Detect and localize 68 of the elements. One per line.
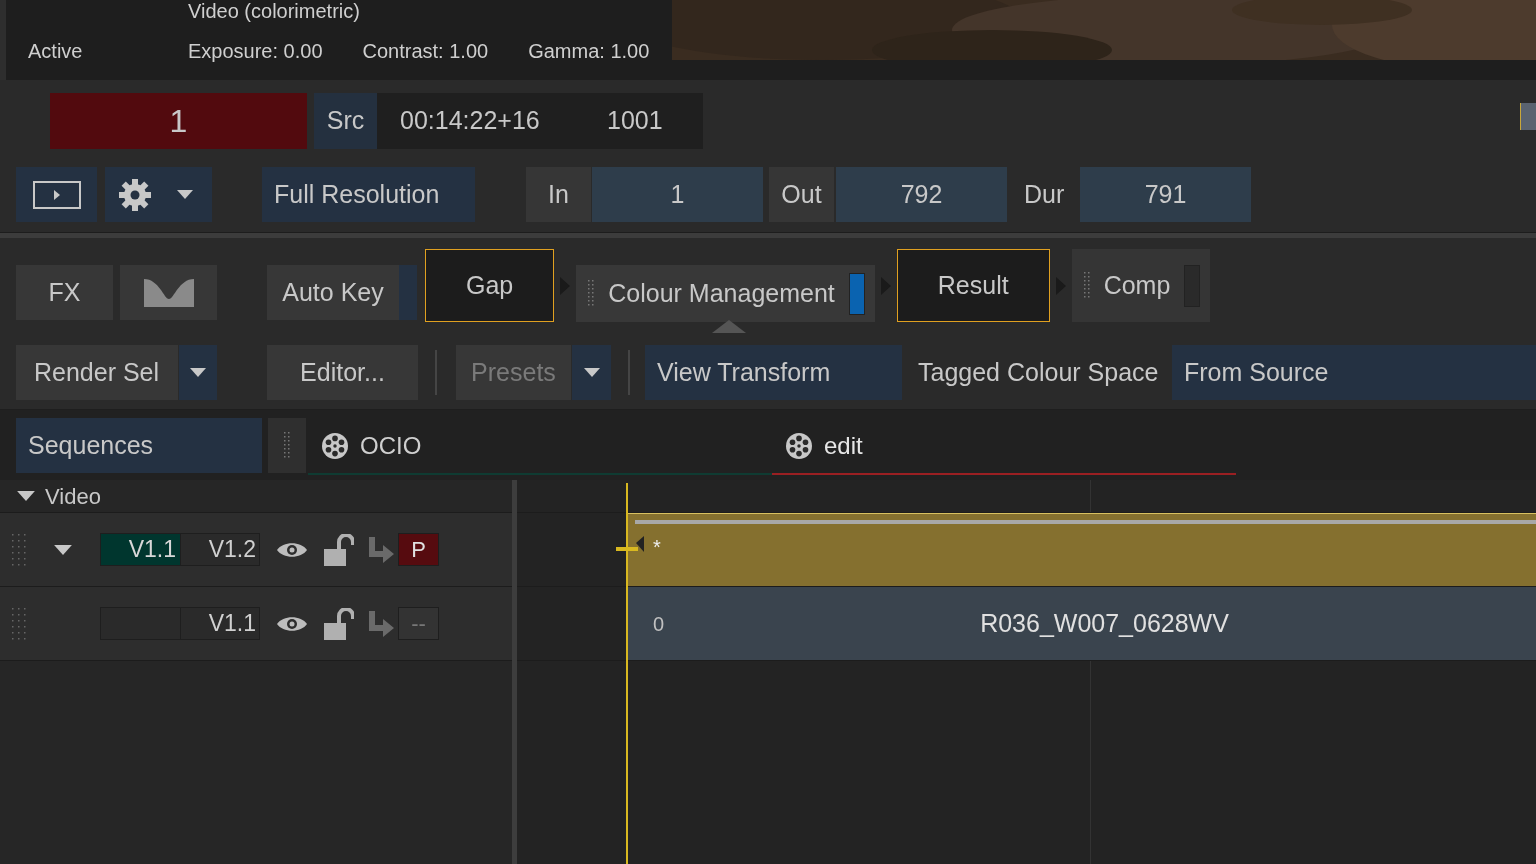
curve-icon (143, 278, 194, 307)
media-clip[interactable]: 0 R036_W007_0628WV (627, 587, 1536, 660)
corner-arrow-icon[interactable] (367, 610, 395, 637)
node[interactable]: Colour Management (576, 265, 875, 322)
caret-icon (190, 368, 206, 377)
unlock-icon[interactable] (324, 533, 354, 566)
key-toggle[interactable] (399, 265, 417, 320)
gap-clip[interactable]: * (627, 513, 1536, 586)
fx-button[interactable]: FX (16, 265, 113, 320)
grip-icon[interactable] (12, 533, 26, 566)
resolution-button[interactable]: Full Resolution (262, 167, 475, 222)
view-title: Video (colorimetric) (188, 0, 361, 24)
caret-icon (177, 190, 193, 199)
film-reel-icon (786, 432, 812, 459)
tab[interactable]: OCIO (308, 418, 772, 475)
panel-grip[interactable] (268, 418, 306, 473)
version-slot[interactable]: V1.1 (101, 534, 180, 565)
colour-space-field[interactable]: From Source (1172, 345, 1536, 400)
grip-icon[interactable] (284, 431, 290, 460)
track-badge[interactable]: P (398, 533, 439, 566)
caret-icon (583, 368, 600, 377)
caret-icon[interactable] (54, 544, 72, 555)
track-header[interactable]: V1.1 V1.2 P (0, 513, 512, 587)
pointer-triangle (712, 320, 747, 333)
render-dropdown[interactable] (179, 345, 217, 400)
out-label: Out (769, 167, 834, 222)
source-label[interactable]: Src (314, 93, 377, 149)
corner-arrow-icon[interactable] (367, 536, 395, 563)
caret-icon (17, 491, 35, 501)
node[interactable]: Result (896, 249, 1050, 322)
film-reel-icon (322, 432, 348, 459)
play-icon (32, 180, 81, 209)
tab[interactable]: edit (772, 418, 1236, 475)
node[interactable]: Gap (425, 249, 555, 322)
settings-button[interactable] (105, 167, 212, 222)
clip-start: 0 (653, 611, 665, 637)
grip-icon[interactable] (12, 607, 26, 640)
sequences-button[interactable]: Sequences (16, 418, 262, 473)
grip-icon[interactable] (588, 279, 595, 308)
node[interactable]: Comp (1071, 249, 1211, 322)
editor-button[interactable]: Editor... (267, 345, 418, 400)
presets-dropdown[interactable] (572, 345, 611, 400)
tagged-colour-label: Tagged Colour Space (918, 356, 1160, 388)
duration-label: Dur (1024, 178, 1066, 210)
auto-key-button[interactable]: Auto Key (267, 265, 399, 320)
track-header[interactable]: V1.1 -- (0, 587, 512, 661)
frame-number: 1001 (607, 105, 663, 137)
play-mode-button[interactable] (16, 167, 97, 222)
duration-field[interactable]: 791 (1080, 167, 1251, 222)
in-label: In (526, 167, 591, 222)
readout-label: Exposure: 0.00 (188, 39, 323, 64)
frame-display: 1 (50, 93, 307, 149)
timecode-text: 00:14:22+16 (400, 105, 541, 137)
toggle-indicator[interactable] (848, 272, 865, 315)
out-field[interactable]: 792 (836, 167, 1007, 222)
readout-label: Gamma: 1.00 (528, 39, 650, 64)
in-field[interactable]: 1 (592, 167, 763, 222)
grip-icon[interactable] (1083, 271, 1090, 300)
render-button[interactable]: Render Sel (16, 345, 178, 400)
status-label: Active (28, 39, 84, 64)
readout-label: Contrast: 1.00 (362, 39, 489, 64)
settings-icon (119, 178, 151, 211)
clip-name: R036_W007_0628WV (980, 607, 1229, 639)
in-marker-icon[interactable] (616, 534, 644, 554)
view-transform-button[interactable]: View Transform (645, 345, 902, 400)
scroll-handle[interactable] (1520, 103, 1536, 130)
unlock-icon[interactable] (324, 607, 354, 640)
curve-button[interactable] (120, 265, 217, 320)
